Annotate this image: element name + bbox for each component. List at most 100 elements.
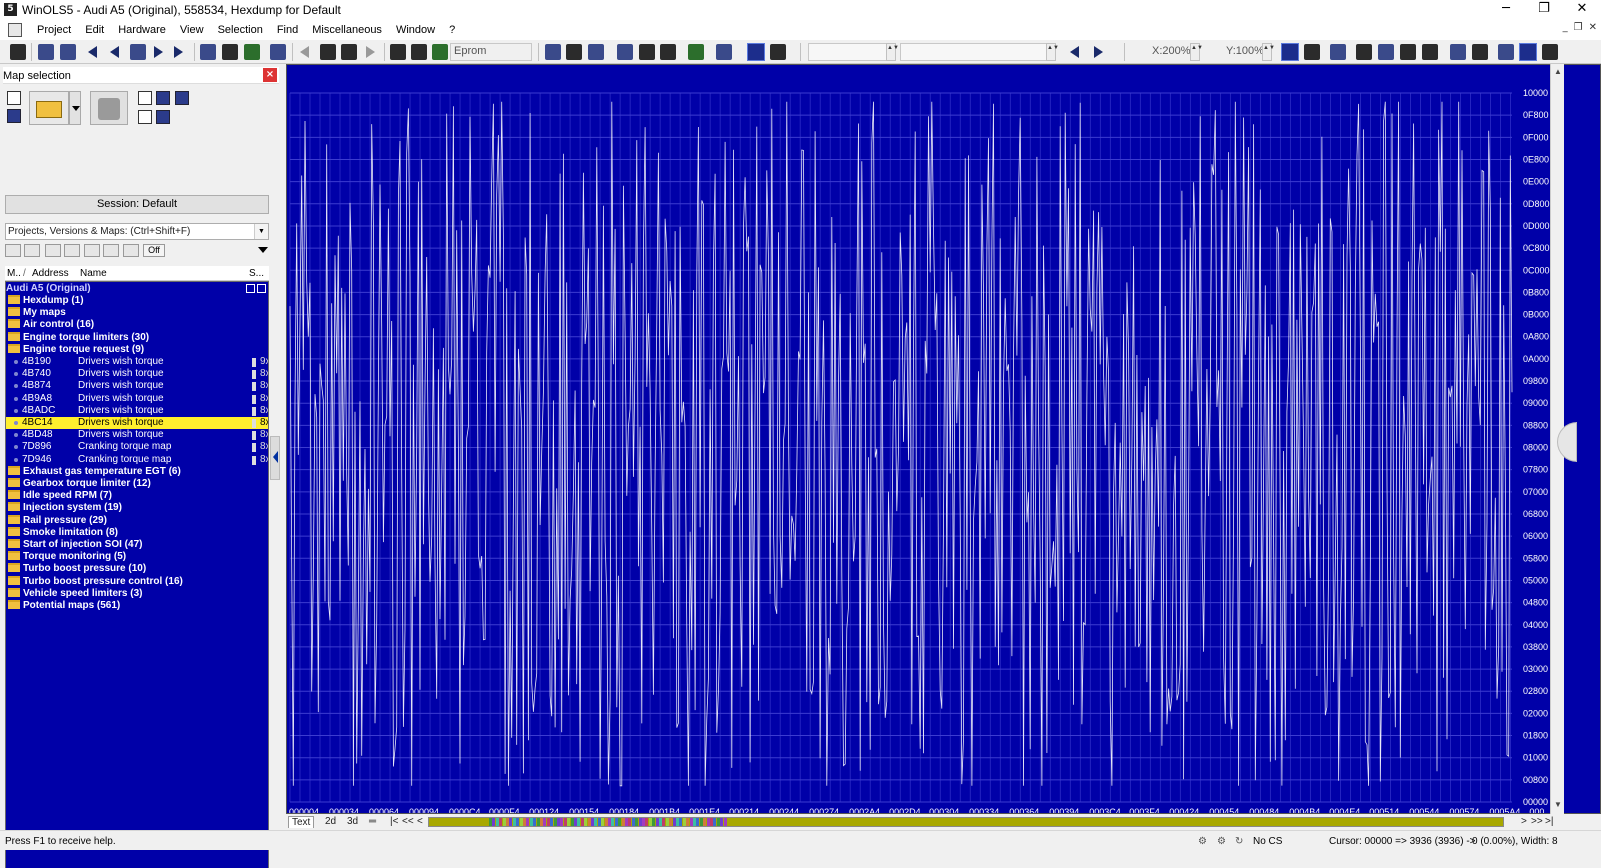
offset-field[interactable] bbox=[808, 43, 894, 61]
search-dropdown-icon[interactable]: ▼ bbox=[254, 224, 268, 239]
tab-3d[interactable]: 3d bbox=[344, 816, 361, 828]
graph-mode-icon[interactable] bbox=[1281, 43, 1299, 61]
hex-mode-icon[interactable] bbox=[1519, 43, 1537, 61]
column-16-icon[interactable] bbox=[1378, 44, 1394, 60]
forward-icon[interactable] bbox=[366, 46, 375, 58]
document-icon[interactable] bbox=[8, 22, 22, 37]
close-tree-icon[interactable] bbox=[257, 284, 266, 293]
open-dropdown-button[interactable] bbox=[69, 91, 81, 125]
tree-folder[interactable]: Smoke limitation (8) bbox=[6, 527, 268, 539]
filter-corner-icon[interactable] bbox=[64, 244, 80, 257]
last-page-icon[interactable] bbox=[174, 46, 183, 58]
project-icon[interactable] bbox=[10, 44, 26, 60]
first-page-icon[interactable] bbox=[88, 46, 97, 58]
tree-folder[interactable]: Gearbox torque limiter (12) bbox=[6, 478, 268, 490]
filter-off-button[interactable]: Off bbox=[143, 244, 165, 257]
new-project-icon[interactable] bbox=[7, 91, 21, 105]
scroll-down-icon[interactable]: ▼ bbox=[1554, 800, 1562, 809]
open-project-button[interactable] bbox=[29, 91, 69, 125]
insert-map-icon[interactable] bbox=[138, 110, 152, 124]
bits-icon[interactable] bbox=[1450, 44, 1466, 60]
next-icon[interactable] bbox=[154, 46, 163, 58]
tree-folder[interactable]: Engine torque request (9) bbox=[6, 344, 268, 356]
close-window-button[interactable]: ✕ bbox=[1563, 0, 1601, 19]
tree-folder[interactable]: Vehicle speed limiters (3) bbox=[6, 588, 268, 600]
column-64-icon[interactable] bbox=[1422, 44, 1438, 60]
tree-folder[interactable]: Engine torque limiters (30) bbox=[6, 332, 268, 344]
menu-find[interactable]: Find bbox=[270, 24, 305, 36]
filter-hex-icon[interactable] bbox=[103, 244, 119, 257]
edit-icon[interactable] bbox=[617, 44, 633, 60]
tree-folder[interactable]: Hexdump (1) bbox=[6, 295, 268, 307]
tree-map-item[interactable]: 7D946 Cranking torque map 8x bbox=[6, 454, 268, 466]
previous-icon[interactable] bbox=[110, 46, 119, 58]
panel-splitter[interactable] bbox=[270, 436, 280, 480]
tree-map-item[interactable]: 4BADC Drivers wish torque 8x bbox=[6, 405, 268, 417]
tab-split[interactable]: ═ bbox=[366, 816, 379, 828]
import-icon[interactable] bbox=[38, 44, 54, 60]
text-mode-icon[interactable] bbox=[390, 44, 406, 60]
eprom-selector[interactable] bbox=[450, 43, 532, 61]
up-icon[interactable] bbox=[320, 44, 336, 60]
tree-map-item[interactable]: 4BD48 Drivers wish torque 8x bbox=[6, 429, 268, 441]
scroll-left-icon[interactable] bbox=[1070, 46, 1079, 58]
menu-hardware[interactable]: Hardware bbox=[111, 24, 173, 36]
filter-triangle-icon[interactable] bbox=[45, 244, 61, 257]
y-zoom-spinner[interactable]: ▲▼ bbox=[1262, 43, 1275, 61]
column-size[interactable]: S... bbox=[249, 268, 264, 279]
tree-folder[interactable]: Start of injection SOI (47) bbox=[6, 539, 268, 551]
menu-window[interactable]: Window bbox=[389, 24, 442, 36]
map-properties-icon[interactable] bbox=[156, 110, 170, 124]
close-panel-button[interactable]: × bbox=[263, 68, 277, 82]
range-field[interactable] bbox=[900, 43, 1050, 61]
filter-flag-icon[interactable] bbox=[84, 244, 100, 257]
hex-grid-icon[interactable] bbox=[1330, 44, 1346, 60]
minimize-button[interactable]: ─ bbox=[1487, 0, 1525, 19]
tree-folder[interactable]: My maps bbox=[6, 307, 268, 319]
menu-help[interactable]: ? bbox=[442, 24, 462, 36]
menu-selection[interactable]: Selection bbox=[211, 24, 270, 36]
mdi-restore-button[interactable]: ❐ bbox=[1574, 22, 1583, 33]
offset-spinner[interactable]: ▲▼ bbox=[886, 43, 899, 61]
select-icon[interactable] bbox=[200, 44, 216, 60]
tools-icon[interactable] bbox=[639, 44, 655, 60]
column-m[interactable]: M.. bbox=[7, 268, 21, 279]
tree-folder[interactable]: Injection system (19) bbox=[6, 502, 268, 514]
tree-map-item[interactable]: 7D896 Cranking torque map 8x bbox=[6, 441, 268, 453]
grid-view-icon[interactable] bbox=[130, 44, 146, 60]
menu-project[interactable]: Project bbox=[30, 24, 78, 36]
session-button[interactable]: Session: Default bbox=[5, 195, 269, 214]
column-8-icon[interactable] bbox=[1356, 44, 1372, 60]
tree-map-item[interactable]: 4B9A8 Drivers wish torque 8x bbox=[6, 393, 268, 405]
scroll-up-icon[interactable]: ▲ bbox=[1554, 67, 1562, 76]
range-spinner[interactable]: ▲▼ bbox=[1046, 43, 1059, 61]
nav-last[interactable]: >| bbox=[1542, 816, 1556, 828]
mdi-minimize-button[interactable]: _ bbox=[1563, 22, 1568, 33]
tree-folder[interactable]: Air control (16) bbox=[6, 319, 268, 331]
menu-miscellaneous[interactable]: Miscellaneous bbox=[305, 24, 389, 36]
value-mode-icon[interactable] bbox=[411, 44, 427, 60]
filter-list-icon[interactable] bbox=[123, 244, 139, 257]
eprom-mode-icon[interactable] bbox=[432, 44, 448, 60]
tree-folder[interactable]: Turbo boost pressure control (16) bbox=[6, 576, 268, 588]
tree-folder[interactable]: Exhaust gas temperature EGT (6) bbox=[6, 466, 268, 478]
tab-text[interactable]: Text bbox=[288, 816, 315, 828]
color-icon[interactable] bbox=[747, 43, 765, 61]
tree-map-item[interactable]: 4B190 Drivers wish torque 9x bbox=[6, 356, 268, 368]
tree-root[interactable]: Audi A5 (Original) bbox=[6, 283, 268, 295]
mdi-close-button[interactable]: ✕ bbox=[1589, 22, 1597, 33]
filter-sort-icon[interactable] bbox=[5, 244, 21, 257]
back-icon[interactable] bbox=[300, 46, 309, 58]
tree-folder[interactable]: Rail pressure (29) bbox=[6, 515, 268, 527]
file-overview-strip[interactable] bbox=[428, 817, 1504, 827]
search-input[interactable]: Projects, Versions & Maps: (Ctrl+Shift+F… bbox=[5, 223, 269, 240]
wizard-icon[interactable] bbox=[660, 44, 676, 60]
x-zoom-spinner[interactable]: ▲▼ bbox=[1190, 43, 1203, 61]
down-icon[interactable] bbox=[341, 44, 357, 60]
copy-icon[interactable] bbox=[688, 44, 704, 60]
tree-map-item[interactable]: 4B740 Drivers wish torque 8x bbox=[6, 368, 268, 380]
checksum-icon[interactable] bbox=[244, 44, 260, 60]
map-settings-icon[interactable] bbox=[175, 91, 189, 105]
context-help-icon[interactable] bbox=[588, 44, 604, 60]
filter-number-icon[interactable] bbox=[24, 244, 40, 257]
